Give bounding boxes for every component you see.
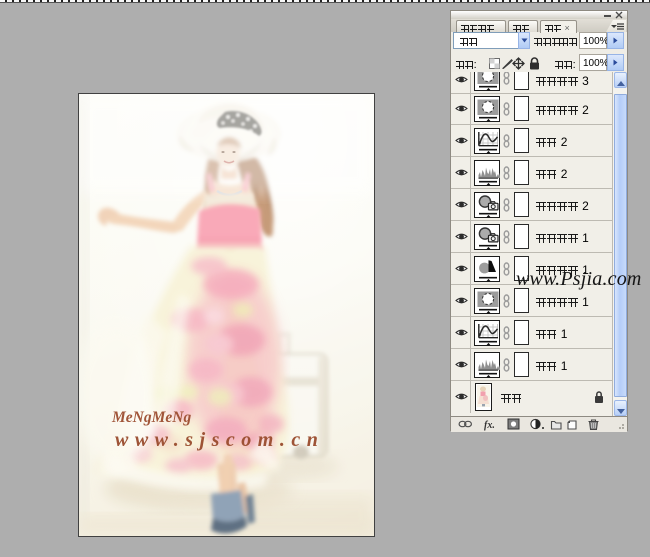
svg-text:fx.: fx. (484, 420, 495, 431)
svg-text:www.sjscom.cn: www.sjscom.cn (115, 429, 324, 451)
svg-text:MeNgMeNg: MeNgMeNg (111, 409, 191, 426)
